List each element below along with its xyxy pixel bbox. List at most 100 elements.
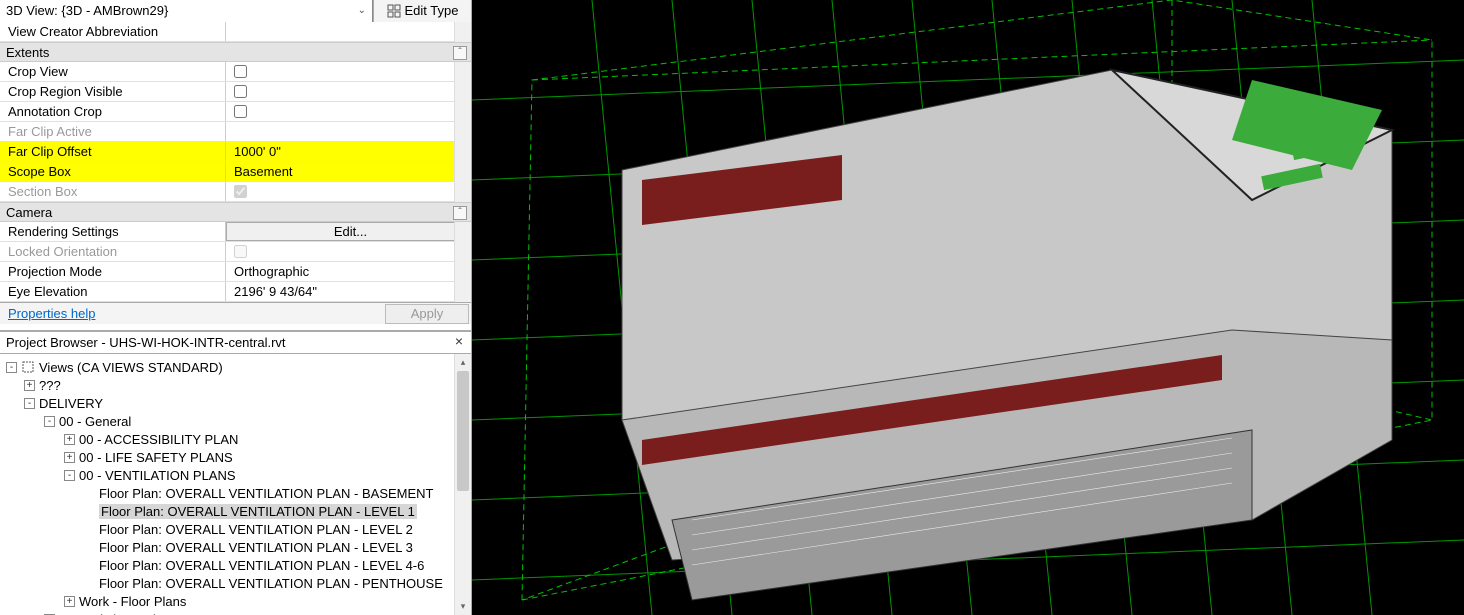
tree-node-label: Floor Plan: OVERALL VENTILATION PLAN - L… [99,558,424,573]
tree-node[interactable]: -00 - VENTILATION PLANS [4,466,471,484]
property-value[interactable] [226,82,471,101]
property-value[interactable]: Basement [226,162,471,181]
tree-node[interactable]: +00 - ACCESSIBILITY PLAN [4,430,471,448]
close-icon[interactable]: × [451,334,467,350]
property-checkbox[interactable] [234,85,247,98]
property-checkbox [234,245,247,258]
tree-node-label: Work - Floor Plans [79,594,186,609]
apply-button[interactable]: Apply [385,304,469,324]
browser-scrollbar[interactable]: ▴ ▾ [454,354,471,615]
tree-node[interactable]: -DELIVERY [4,394,471,412]
property-label: Crop View [0,62,226,81]
tree-node-label: Floor Plan: OVERALL VENTILATION PLAN - P… [99,576,443,591]
property-label: Eye Elevation [0,282,226,301]
collapse-icon[interactable]: ˆ [453,46,467,60]
property-checkbox[interactable] [234,65,247,78]
tree-node-label: 01 - Existing and Demo [59,612,194,615]
tree-node[interactable]: +00 - LIFE SAFETY PLANS [4,448,471,466]
property-label: Far Clip Active [0,122,226,141]
tree-node[interactable]: +01 - Existing and Demo [4,610,471,615]
collapse-icon[interactable]: - [44,416,55,427]
properties-scrollbar[interactable] [454,22,471,302]
tree-node[interactable]: - Views (CA VIEWS STANDARD) [4,358,471,376]
property-checkbox [234,185,247,198]
properties-footer: Properties help Apply [0,302,471,324]
view-type-dropdown[interactable]: 3D View: {3D - AMBrown29} ⌄ [0,0,373,22]
expand-icon[interactable]: + [64,434,75,445]
property-value[interactable] [226,102,471,121]
edit-type-button[interactable]: Edit Type [373,0,471,22]
project-browser-tree[interactable]: ▴ ▾ -Views (CA VIEWS STANDARD)+???-DELIV… [0,354,471,615]
3d-viewport[interactable] [472,0,1464,615]
property-value [226,242,471,261]
property-label: Projection Mode [0,262,226,281]
property-label: View Creator Abbreviation [0,22,226,41]
views-icon [21,360,35,374]
property-checkbox[interactable] [234,105,247,118]
scroll-thumb[interactable] [457,371,469,491]
property-row: Locked Orientation [0,242,471,262]
property-label: Rendering Settings [0,222,226,241]
property-row: Annotation Crop [0,102,471,122]
tree-node-label: Floor Plan: OVERALL VENTILATION PLAN - L… [99,522,413,537]
tree-node-label: 00 - LIFE SAFETY PLANS [79,450,233,465]
tree-node-label: 00 - ACCESSIBILITY PLAN [79,432,238,447]
scroll-up-icon[interactable]: ▴ [455,354,471,371]
scroll-down-icon[interactable]: ▾ [455,598,471,615]
collapse-icon[interactable]: - [6,362,17,373]
collapse-icon[interactable]: - [24,398,35,409]
property-label: Crop Region Visible [0,82,226,101]
edit-type-icon [387,4,401,18]
3d-model-render [472,0,1464,615]
property-label: Locked Orientation [0,242,226,261]
property-row: View Creator Abbreviation [0,22,471,42]
tree-node-label: 00 - General [59,414,131,429]
property-value[interactable]: 1000' 0" [226,142,471,161]
property-row: Far Clip Offset1000' 0" [0,142,471,162]
tree-node-label: Views (CA VIEWS STANDARD) [39,360,223,375]
tree-node[interactable]: + Work - Floor Plans [4,592,471,610]
tree-node[interactable]: Floor Plan: OVERALL VENTILATION PLAN - L… [4,502,471,520]
property-value [226,122,471,141]
tree-node[interactable]: +??? [4,376,471,394]
tree-node[interactable]: -00 - General [4,412,471,430]
project-browser-title-bar: Project Browser - UHS-WI-HOK-INTR-centra… [0,332,471,354]
property-section-header[interactable]: Extentsˆ [0,42,471,62]
tree-node[interactable]: Floor Plan: OVERALL VENTILATION PLAN - L… [4,556,471,574]
tree-node-label: Floor Plan: OVERALL VENTILATION PLAN - L… [99,504,417,519]
property-row: Projection ModeOrthographic [0,262,471,282]
project-browser-title: Project Browser - UHS-WI-HOK-INTR-centra… [6,335,286,350]
tree-node-label: DELIVERY [39,396,103,411]
project-browser: Project Browser - UHS-WI-HOK-INTR-centra… [0,330,471,615]
property-row: Far Clip Active [0,122,471,142]
view-type-value: 3D View: {3D - AMBrown29} [6,3,168,18]
property-row: Section Box [0,182,471,202]
property-value [226,182,471,201]
tree-node-label: ??? [39,378,61,393]
property-value[interactable] [226,62,471,81]
tree-node[interactable]: Floor Plan: OVERALL VENTILATION PLAN - B… [4,484,471,502]
expand-icon[interactable]: + [64,452,75,463]
tree-node-label: 00 - VENTILATION PLANS [79,468,236,483]
tree-node[interactable]: Floor Plan: OVERALL VENTILATION PLAN - L… [4,520,471,538]
left-panel: 3D View: {3D - AMBrown29} ⌄ Edit Type Vi… [0,0,472,615]
tree-node[interactable]: Floor Plan: OVERALL VENTILATION PLAN - L… [4,538,471,556]
properties-grid: View Creator AbbreviationExtentsˆCrop Vi… [0,22,471,302]
property-value[interactable]: Orthographic [226,262,471,281]
property-edit-button[interactable]: Edit... [226,222,467,241]
property-label: Far Clip Offset [0,142,226,161]
property-value[interactable]: 2196' 9 43/64" [226,282,471,301]
properties-help-link[interactable]: Properties help [0,306,95,321]
property-row: Crop View [0,62,471,82]
property-row: Rendering SettingsEdit... [0,222,471,242]
property-label: Scope Box [0,162,226,181]
property-section-header[interactable]: Cameraˆ [0,202,471,222]
property-label: Annotation Crop [0,102,226,121]
expand-icon[interactable]: + [24,380,35,391]
property-row: Eye Elevation2196' 9 43/64" [0,282,471,302]
collapse-icon[interactable]: - [64,470,75,481]
collapse-icon[interactable]: ˆ [453,206,467,220]
property-value[interactable] [226,22,471,41]
expand-icon[interactable]: + [64,596,75,607]
tree-node[interactable]: Floor Plan: OVERALL VENTILATION PLAN - P… [4,574,471,592]
